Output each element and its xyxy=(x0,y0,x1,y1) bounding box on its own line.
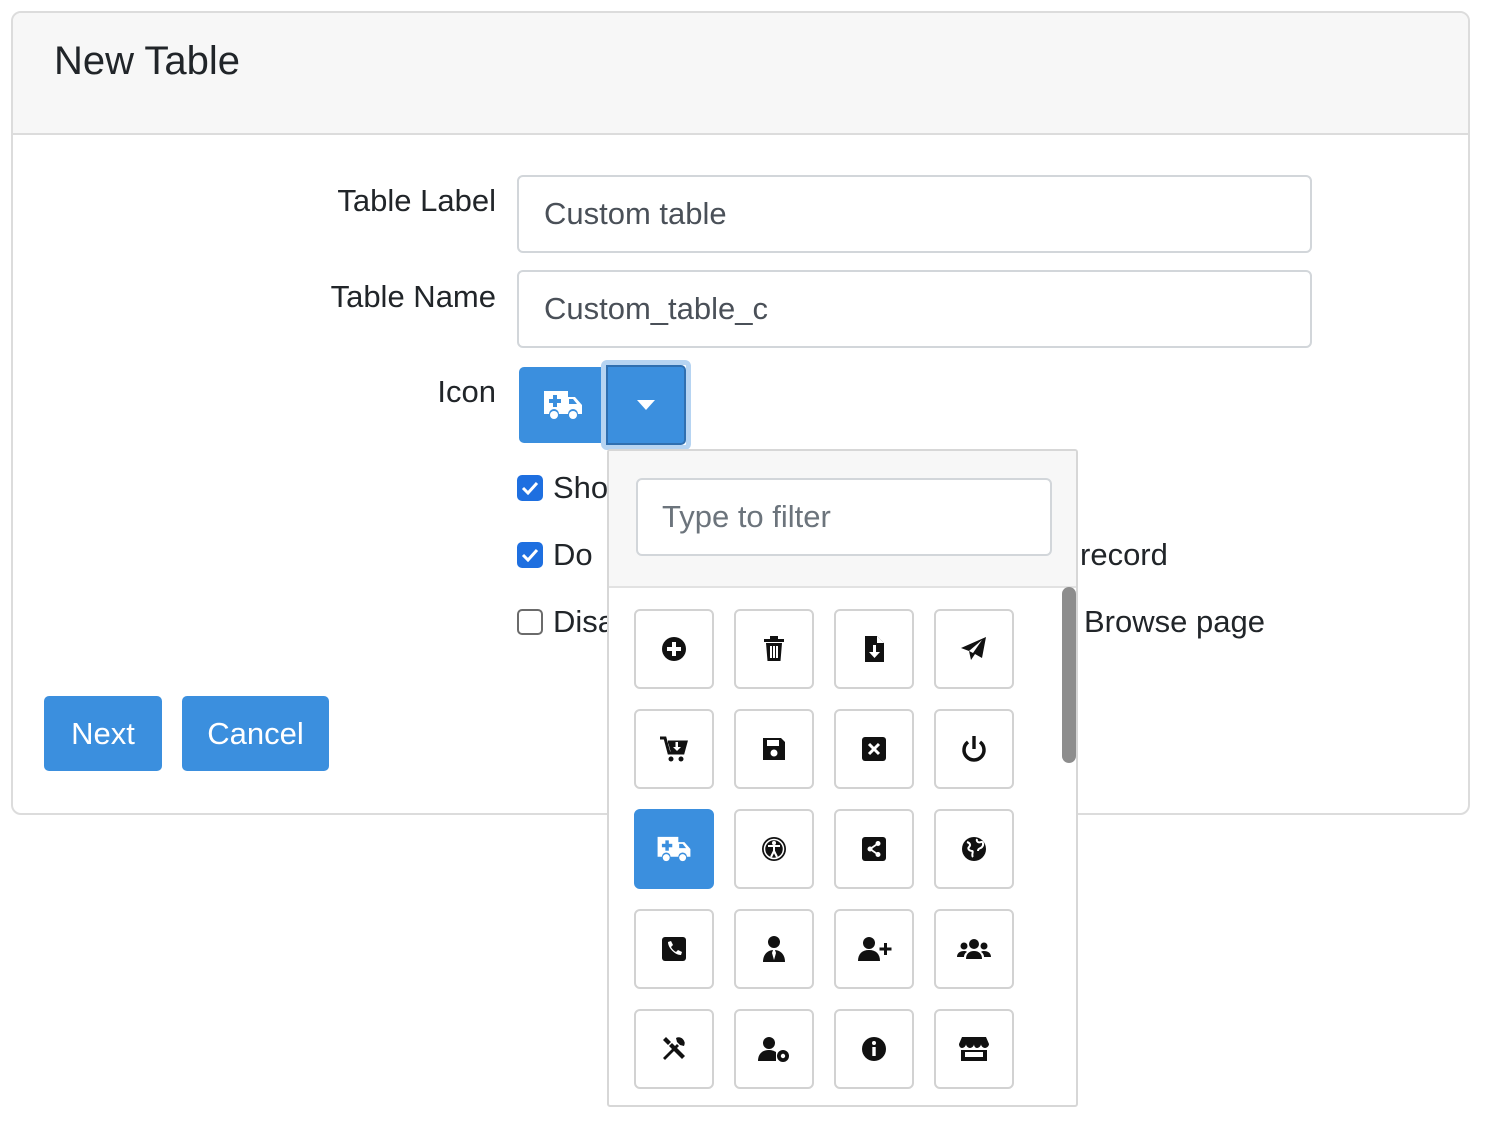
icon-tile-cart-download[interactable] xyxy=(634,709,714,789)
share-square-icon xyxy=(862,837,886,861)
table-name-label: Table Name xyxy=(330,279,496,314)
store-icon xyxy=(959,1037,989,1061)
table-label-input[interactable] xyxy=(517,175,1312,253)
checkmark-icon xyxy=(521,548,539,562)
checkbox-1[interactable] xyxy=(517,475,543,501)
icon-tile-user-tie[interactable] xyxy=(734,909,814,989)
icon-tile-paper-plane[interactable] xyxy=(934,609,1014,689)
checkbox-3-label-end-wrap: Browse page xyxy=(1084,604,1265,640)
icon-tile-file-download[interactable] xyxy=(834,609,914,689)
save-icon xyxy=(763,738,785,760)
icon-filter-input[interactable] xyxy=(636,478,1052,556)
icon-dropdown-toggle[interactable] xyxy=(606,365,686,445)
checkbox-3[interactable] xyxy=(517,609,543,635)
icon-tile-save[interactable] xyxy=(734,709,814,789)
checkbox-2-label-end-wrap: record xyxy=(1080,537,1168,573)
icon-tile-plus-circle[interactable] xyxy=(634,609,714,689)
cancel-button[interactable]: Cancel xyxy=(182,696,329,771)
checkbox-row-1[interactable]: Sho xyxy=(517,470,608,506)
icon-tile-trash[interactable] xyxy=(734,609,814,689)
icon-tile-phone-square[interactable] xyxy=(634,909,714,989)
phone-square-icon xyxy=(662,937,686,961)
checkbox-row-3[interactable]: Disa xyxy=(517,604,615,640)
icon-picker-scrollbar[interactable] xyxy=(1062,587,1076,763)
plus-circle-icon xyxy=(662,637,686,661)
icon-tile-users[interactable] xyxy=(934,909,1014,989)
ambulance-icon xyxy=(544,391,582,419)
ambulance-icon xyxy=(657,836,691,862)
file-download-icon xyxy=(865,636,884,662)
icon-tile-power[interactable] xyxy=(934,709,1014,789)
icon-label: Icon xyxy=(437,374,496,409)
user-tie-icon xyxy=(763,936,785,962)
checkbox-row-2[interactable]: Do xyxy=(517,537,593,573)
card-header: New Table xyxy=(13,13,1468,135)
tools-icon xyxy=(663,1037,685,1060)
accessibility-icon xyxy=(762,837,786,861)
icon-tile-tools[interactable] xyxy=(634,1009,714,1089)
icon-tile-globe[interactable] xyxy=(934,809,1014,889)
checkbox-1-label: Sho xyxy=(553,470,609,505)
checkbox-3-label-start: Disa xyxy=(553,604,616,639)
selected-icon-button[interactable] xyxy=(519,367,607,443)
checkbox-2-label-start: Do xyxy=(553,537,593,572)
users-icon xyxy=(957,939,991,959)
globe-icon xyxy=(962,837,986,861)
table-name-input[interactable] xyxy=(517,270,1312,348)
next-button[interactable]: Next xyxy=(44,696,162,771)
info-circle-icon xyxy=(862,1037,886,1061)
caret-down-icon xyxy=(637,400,655,410)
icon-tile-ambulance[interactable] xyxy=(634,809,714,889)
checkbox-2[interactable] xyxy=(517,542,543,568)
table-label-label: Table Label xyxy=(337,183,496,218)
cart-download-icon xyxy=(660,736,688,762)
icon-tile-user-cog[interactable] xyxy=(734,1009,814,1089)
icon-tile-info-circle[interactable] xyxy=(834,1009,914,1089)
checkbox-2-label-end: record xyxy=(1080,537,1168,572)
page-title: New Table xyxy=(54,39,241,83)
user-cog-icon xyxy=(758,1037,789,1062)
icon-tile-user-plus[interactable] xyxy=(834,909,914,989)
icon-picker-dropdown xyxy=(607,449,1078,1107)
icon-tile-share-square[interactable] xyxy=(834,809,914,889)
paper-plane-icon xyxy=(961,637,986,660)
trash-icon xyxy=(764,636,784,661)
checkbox-3-label-end: Browse page xyxy=(1084,604,1265,639)
power-icon xyxy=(962,736,986,762)
icon-tile-accessibility[interactable] xyxy=(734,809,814,889)
icon-tile-close-box[interactable] xyxy=(834,709,914,789)
user-plus-icon xyxy=(858,937,892,961)
icon-grid xyxy=(634,609,1014,1089)
icon-tile-store[interactable] xyxy=(934,1009,1014,1089)
close-box-icon xyxy=(862,737,886,761)
icon-picker-header xyxy=(609,451,1076,588)
checkmark-icon xyxy=(521,481,539,495)
